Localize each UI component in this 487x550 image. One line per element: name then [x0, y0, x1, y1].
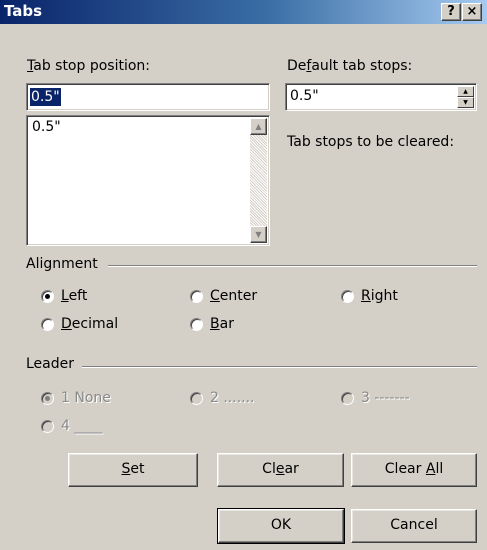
align-center-radio[interactable]	[190, 290, 203, 303]
align-bar-label[interactable]: Bar	[210, 316, 234, 332]
cancel-button[interactable]: Cancel	[351, 509, 477, 543]
align-decimal-label[interactable]: Decimal	[61, 316, 118, 332]
leader-2-radio	[190, 392, 203, 405]
leader-3-label: 3 -------	[361, 390, 410, 406]
window-title: Tabs	[4, 2, 43, 20]
clear-all-button[interactable]: Clear All	[351, 453, 477, 487]
alignment-heading: Alignment	[26, 256, 98, 272]
leader-4-label: 4 ____	[61, 418, 103, 434]
leader-1-label: 1 None	[61, 390, 111, 406]
leader-1-radio	[41, 392, 54, 405]
tab-stop-position-input[interactable]: 0.5"	[26, 83, 270, 111]
leader-3-radio	[341, 392, 354, 405]
default-tab-stops-value: 0.5"	[290, 88, 319, 104]
clear-button[interactable]: Clear	[217, 453, 344, 487]
default-tab-stops-label: Default tab stops:	[287, 58, 413, 74]
close-button[interactable]: ×	[462, 3, 482, 21]
scroll-down-arrow-icon[interactable]: ▼	[250, 226, 267, 243]
alignment-divider	[108, 265, 477, 267]
spin-up-icon[interactable]: ▲	[457, 86, 474, 97]
tab-stops-to-be-cleared-label: Tab stops to be cleared:	[287, 134, 455, 150]
selected-dot-icon	[45, 396, 50, 401]
spin-down-icon[interactable]: ▼	[457, 97, 474, 108]
align-center-label[interactable]: Center	[210, 288, 257, 304]
leader-divider	[82, 366, 477, 368]
scroll-up-arrow-icon[interactable]: ▲	[250, 118, 267, 135]
set-button[interactable]: Set	[68, 453, 198, 487]
ok-button[interactable]: OK	[217, 508, 345, 544]
default-tab-stops-spinner[interactable]: ▲ ▼	[457, 86, 474, 108]
leader-2-label: 2 .......	[210, 390, 255, 406]
list-scrollbar[interactable]: ▲ ▼	[250, 118, 267, 243]
leader-4-radio	[41, 420, 54, 433]
tab-stop-position-label: Tab stop position:	[27, 58, 151, 74]
default-tab-stops-field[interactable]: 0.5" ▲ ▼	[285, 83, 477, 111]
align-bar-radio[interactable]	[190, 318, 203, 331]
align-right-radio[interactable]	[341, 290, 354, 303]
selected-dot-icon	[45, 294, 50, 299]
align-right-label[interactable]: Right	[361, 288, 398, 304]
align-decimal-radio[interactable]	[41, 318, 54, 331]
help-button[interactable]: ?	[441, 3, 461, 21]
align-left-label[interactable]: Left	[61, 288, 87, 304]
leader-heading: Leader	[26, 356, 75, 372]
align-left-radio[interactable]	[41, 290, 54, 303]
tab-stop-list[interactable]: 0.5" ▲ ▼	[26, 115, 270, 246]
tab-stop-position-value: 0.5"	[30, 88, 61, 106]
list-item[interactable]: 0.5"	[32, 119, 61, 135]
title-bar: Tabs ? ×	[0, 0, 487, 24]
